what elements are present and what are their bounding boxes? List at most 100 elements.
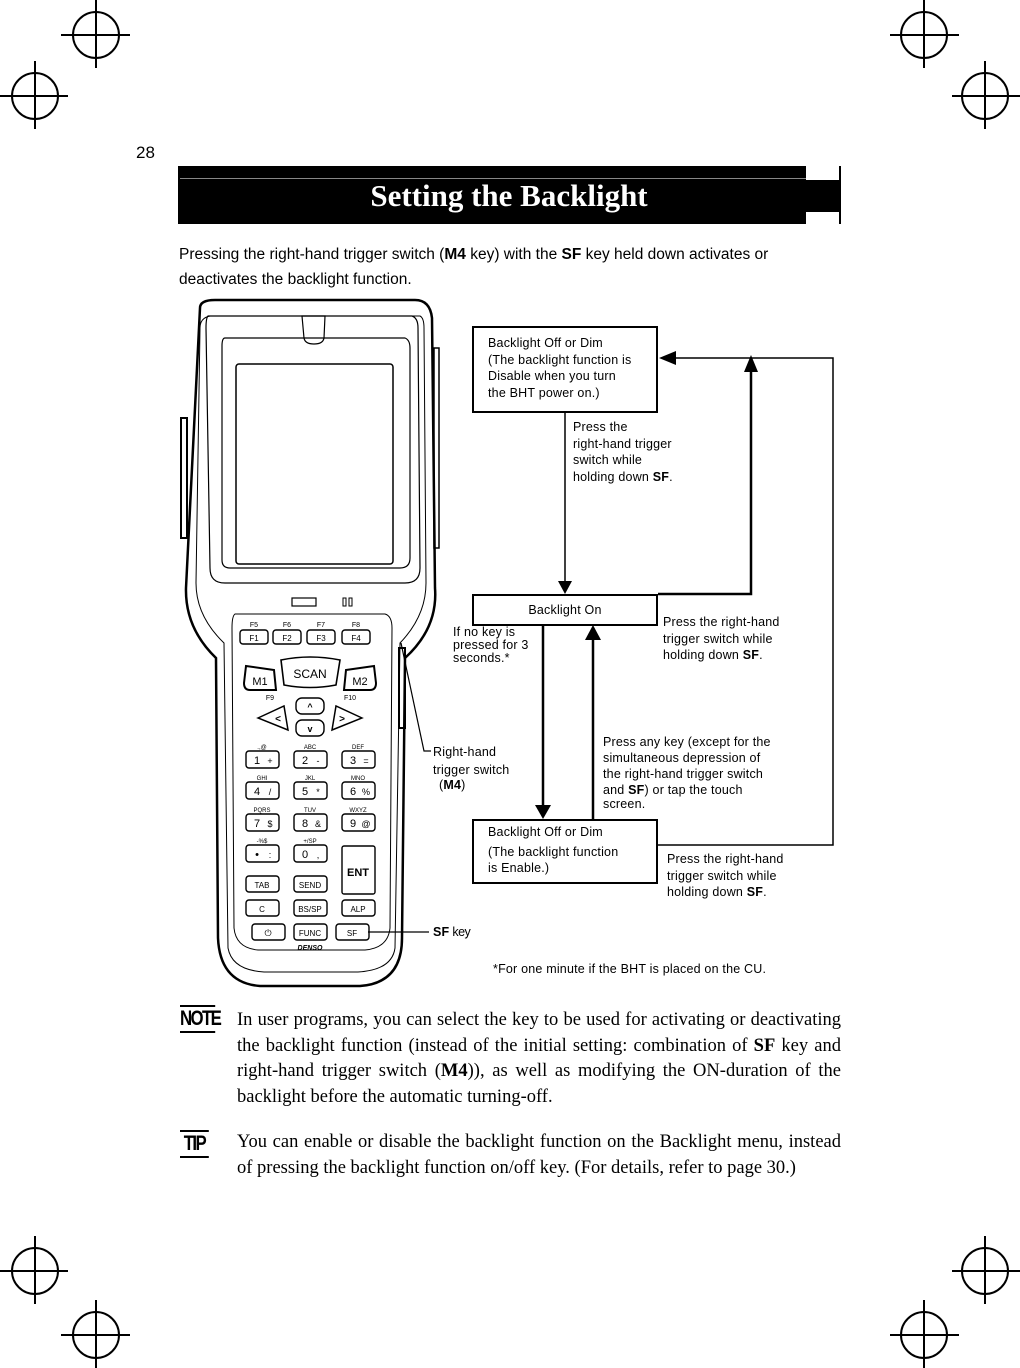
key-0 [293,844,328,863]
label-key: SF [652,469,670,484]
key-label: & [315,819,321,829]
callout-key: SF [433,925,450,939]
crop-mark-icon [952,1236,1020,1304]
key-alt-label: +/SP [303,839,316,845]
label-line: screen. [603,797,646,811]
bht-device-illustration: F5 F1 F6 F2 F7 F3 F8 F4 M1 SCAN M2 F9 F10 < ^ v > .,@ 1 + AB… [180,298,440,988]
intro-key-sf: SF [561,246,582,263]
label-line: trigger switch while [663,631,773,646]
fkey-alt-label: F7 [317,622,325,629]
key-alt-label: .,@ [257,745,266,751]
status-light [348,597,353,607]
label-line: Press the right-hand [667,852,784,866]
intro-text: key) with the [465,246,562,263]
state-desc-line: the BHT power on.) [488,385,600,400]
key-label: $ [267,819,272,829]
key-label: M1 [252,676,267,688]
fkey-alt-label: F8 [352,622,360,629]
state-title: Backlight Off or Dim [488,336,603,350]
callout-line: Right-hand [433,745,497,759]
label-line: holding down SF. [573,469,673,486]
note-key: SF [753,1035,776,1056]
key-label: FUNC [299,929,321,938]
key-alt-label: MNO [351,776,365,782]
key-1 [245,750,280,769]
callout-line: (M4) [439,778,466,792]
transition-label-4: Press any key (except for the simultaneo… [603,734,771,810]
key-label: 7 [254,818,260,830]
fkey-alt-label: F9 [266,695,274,702]
key-label: ENT [347,867,369,879]
key-label: - [317,756,320,766]
note-paragraph: In user programs, you can select the key… [237,1008,841,1110]
key-label: SEND [299,881,321,890]
crop-mark-icon [890,1300,959,1368]
right-trigger-switch [398,647,406,729]
crop-mark-icon [890,0,959,68]
intro-key-m4: M4 [444,246,466,263]
key-label: F1 [249,634,259,643]
label-text: ) or tap the touch [644,783,743,797]
callout-line: trigger switch [433,763,510,777]
label-line: Press any key (except for the [603,735,771,749]
brand-logo: DENSO [298,945,323,952]
key-label: 8 [302,818,308,830]
footnote: *For one minute if the BHT is placed on … [493,962,767,976]
label-key: SF [742,648,760,662]
state-backlight-off-disabled: Backlight Off or Dim (The backlight func… [472,326,658,413]
key-label: F3 [316,634,326,643]
crop-mark-icon [0,61,68,129]
page-title: Setting the Backlight [370,178,648,213]
note-icon-text: NOTE [180,1005,222,1033]
led-indicator [291,597,317,607]
key-label: ⏻ [264,928,271,938]
intro-paragraph: Pressing the right-hand trigger switch (… [179,242,843,292]
fkey-alt-label: F6 [283,622,291,629]
callout-key: M4 [443,778,462,792]
state-desc-line: is Enable.) [488,861,550,875]
transition-label-2: Press the right-hand trigger switch whil… [663,614,780,664]
key-label: SF [347,929,357,938]
label-line: trigger switch while [667,868,777,883]
label-text: holding down [667,885,747,899]
key-4 [245,781,280,800]
scanner-window [301,315,326,345]
key-label: 1 [254,755,260,767]
key-alt-label: PQRS [253,808,270,814]
transition-label-1: Press the right-hand trigger switch whil… [573,419,673,485]
key-label: * [316,787,320,797]
state-backlight-off-enabled: Backlight Off or Dim (The backlight func… [472,819,658,884]
key-label: 3 [350,755,356,767]
label-line: and SF) or tap the touch [603,782,771,798]
crop-mark-icon [0,1236,68,1304]
label-text: . [669,469,673,484]
key-label: F4 [351,634,361,643]
key-arrow-right [331,704,364,732]
key-label: F2 [282,634,292,643]
label-line: seconds.* [453,651,510,665]
label-text: holding down [663,648,743,662]
key-label: 5 [302,786,308,798]
callout-text: key [449,925,471,939]
label-text: . [759,648,763,662]
key-label: , [317,850,320,860]
key-label: 9 [350,818,356,830]
key-label: 2 [302,755,308,767]
sf-key-callout: SF key [433,924,471,941]
state-desc-line: (The backlight function [488,844,619,859]
key-label: @ [361,819,370,829]
key-label: < [275,714,281,725]
lcd-screen [235,363,394,565]
key-• [245,844,280,863]
key-alt-label: ABC [304,745,317,751]
label-line: switch while [573,453,643,467]
key-label: 6 [350,786,356,798]
key-alt-label: JKL [305,776,316,782]
key-label: TAB [255,881,270,890]
state-desc-line: Disable when you turn [488,369,616,383]
label-key: SF [746,885,764,899]
key-label: ALP [350,905,365,914]
key-6 [341,781,376,800]
key-label: > [339,714,345,725]
crop-mark-icon [952,61,1020,129]
